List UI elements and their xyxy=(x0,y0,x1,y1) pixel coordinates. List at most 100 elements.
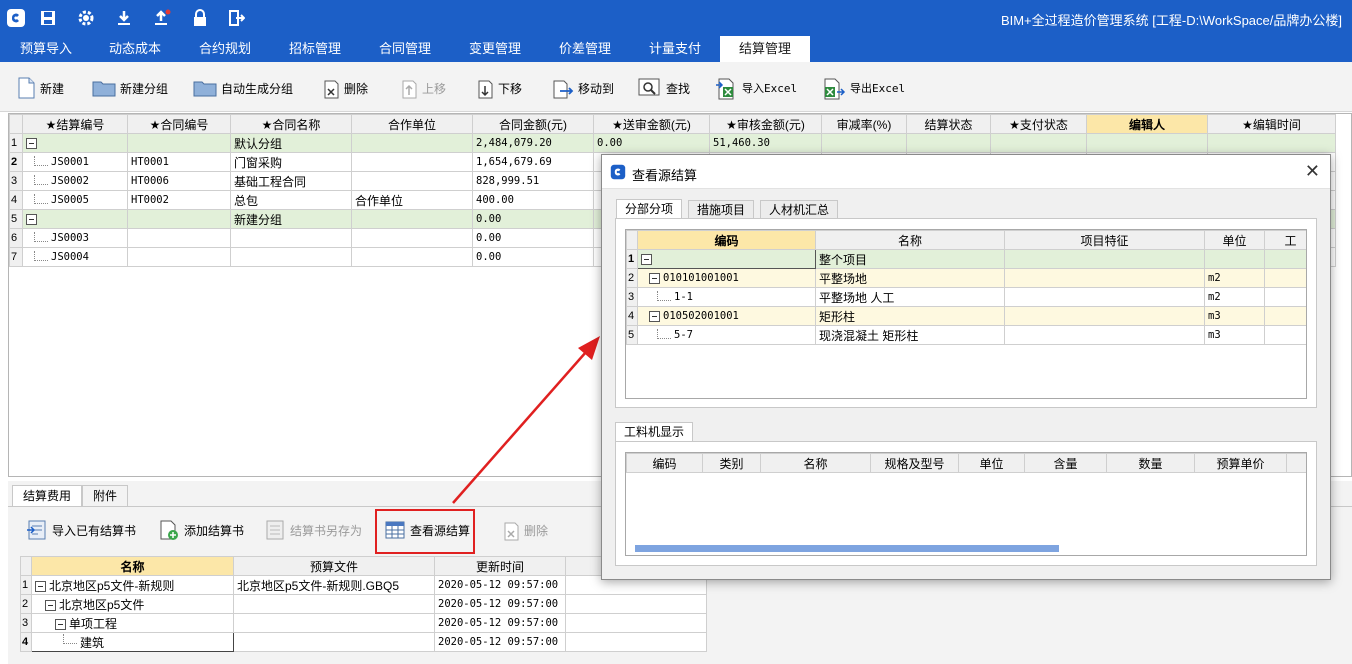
app-logo-icon xyxy=(610,164,626,183)
collapse-icon[interactable] xyxy=(45,599,56,611)
collapse-icon[interactable] xyxy=(649,310,660,322)
move-to-icon xyxy=(552,77,574,99)
highlight-box xyxy=(375,509,475,554)
import-excel-button[interactable]: 导入Excel xyxy=(714,75,797,101)
delete-button[interactable]: 删除 xyxy=(322,75,368,101)
tab-change-mgmt[interactable]: 变更管理 xyxy=(452,36,538,62)
dialog-title: 查看源结算 xyxy=(632,168,698,183)
collapse-icon[interactable] xyxy=(26,214,37,226)
tab-dynamic-cost[interactable]: 动态成本 xyxy=(92,36,178,62)
find-button[interactable]: 查找 xyxy=(638,75,690,101)
move-up-button[interactable]: 上移 xyxy=(400,75,446,101)
tab-contract-mgmt[interactable]: 合同管理 xyxy=(362,36,448,62)
new-button[interactable]: 新建 xyxy=(16,75,64,101)
tab-sub-items[interactable]: 分部分项 xyxy=(616,199,683,219)
col-header[interactable]: 项目特征 xyxy=(1004,230,1205,250)
tab-tender-mgmt[interactable]: 招标管理 xyxy=(272,36,358,62)
save-as-button[interactable]: 结算书另存为 xyxy=(264,517,362,543)
bottom-delete-button[interactable]: 删除 xyxy=(502,517,548,543)
save-icon[interactable] xyxy=(36,6,60,30)
col-header[interactable]: 更新时间 xyxy=(434,556,566,576)
tab-material-display[interactable]: 工料机显示 xyxy=(615,422,694,442)
tab-price-diff[interactable]: 价差管理 xyxy=(542,36,628,62)
col-header[interactable]: 含量 xyxy=(1024,453,1107,473)
table-row[interactable]: 3 1-1 平整场地 人工 m2 xyxy=(626,287,1306,307)
collapse-icon[interactable] xyxy=(35,580,46,592)
table-row[interactable]: 5 5-7 现浇混凝土 矩形柱 m3 xyxy=(626,325,1306,345)
col-header[interactable]: 预算文件 xyxy=(233,556,435,576)
exit-icon[interactable] xyxy=(224,6,248,30)
delete-icon xyxy=(322,77,340,99)
table-row[interactable]: 2 010101001001 平整场地 m2 xyxy=(626,268,1306,288)
col-header[interactable]: 合作单位 xyxy=(351,114,473,134)
tab-budget-import[interactable]: 预算导入 xyxy=(4,36,88,62)
lock-icon[interactable] xyxy=(188,6,212,30)
table-row[interactable]: 1 默认分组 2,484,079.20 0.00 51,460.30 xyxy=(9,133,1336,153)
dialog-title-bar: 查看源结算 ✕ xyxy=(602,155,1330,189)
tab-measures[interactable]: 措施项目 xyxy=(688,200,755,220)
col-header[interactable]: ★支付状态 xyxy=(990,114,1087,134)
col-header[interactable]: ★审核金额(元) xyxy=(709,114,822,134)
tab-settlement[interactable]: 结算管理 xyxy=(720,36,810,62)
app-logo-icon xyxy=(4,6,28,30)
tab-contract-planning[interactable]: 合约规划 xyxy=(182,36,268,62)
search-icon xyxy=(638,77,662,99)
col-header[interactable]: 类别 xyxy=(702,453,761,473)
grid-header-row: 编码 类别 名称 规格及型号 单位 含量 数量 预算单价 xyxy=(626,453,1306,473)
col-header[interactable]: ★合同名称 xyxy=(230,114,352,134)
save-as-icon xyxy=(264,519,286,541)
table-row[interactable]: 4 010502001001 矩形柱 m3 xyxy=(626,306,1306,326)
import-existing-button[interactable]: 导入已有结算书 xyxy=(26,517,136,543)
new-group-button[interactable]: 新建分组 xyxy=(92,75,168,101)
add-book-button[interactable]: 添加结算书 xyxy=(158,517,244,543)
export-excel-button[interactable]: 导出Excel xyxy=(822,75,905,101)
horizontal-scrollbar[interactable] xyxy=(635,545,1059,552)
tab-payment[interactable]: 计量支付 xyxy=(632,36,718,62)
title-bar: BIM+全过程造价管理系统 [工程-D:\WorkSpace/品牌办公楼] xyxy=(0,0,1352,36)
collapse-icon[interactable] xyxy=(649,272,660,284)
col-header[interactable]: ★编辑时间 xyxy=(1207,114,1336,134)
col-header[interactable]: 审减率(%) xyxy=(821,114,907,134)
col-header[interactable]: ★合同编号 xyxy=(127,114,231,134)
col-header-editor[interactable]: 编辑人 xyxy=(1086,114,1208,134)
col-header[interactable]: 名称 xyxy=(760,453,871,473)
window-title: BIM+全过程造价管理系统 [工程-D:\WorkSpace/品牌办公楼] xyxy=(1000,13,1342,28)
move-to-button[interactable]: 移动到 xyxy=(552,75,614,101)
col-header[interactable]: ★结算编号 xyxy=(22,114,128,134)
col-header[interactable]: 工 xyxy=(1264,230,1306,250)
table-row[interactable]: 3 单项工程 2020-05-12 09:57:00 xyxy=(20,613,707,633)
import-book-icon xyxy=(26,519,48,541)
close-icon[interactable]: ✕ xyxy=(1305,161,1320,182)
move-down-button[interactable]: 下移 xyxy=(476,75,522,101)
tab-attachment[interactable]: 附件 xyxy=(82,485,129,506)
upload-icon[interactable] xyxy=(150,6,174,30)
table-row[interactable]: 1 整个项目 xyxy=(626,249,1306,269)
col-header[interactable]: 单位 xyxy=(1204,230,1265,250)
auto-group-button[interactable]: 自动生成分组 xyxy=(193,75,293,101)
table-row[interactable]: 4 建筑 2020-05-12 09:57:00 xyxy=(20,632,707,652)
col-header[interactable]: 预算单价 xyxy=(1194,453,1287,473)
col-header[interactable]: 编码 xyxy=(626,453,703,473)
tab-material-summary[interactable]: 人材机汇总 xyxy=(760,200,839,220)
col-header[interactable]: 结算状态 xyxy=(906,114,991,134)
tab-settlement-fee[interactable]: 结算费用 xyxy=(12,485,83,506)
col-header[interactable]: 数量 xyxy=(1106,453,1195,473)
gear-icon[interactable] xyxy=(74,6,98,30)
folder-icon xyxy=(92,77,116,99)
collapse-icon[interactable] xyxy=(26,138,37,150)
menu-bar: 预算导入 动态成本 合约规划 招标管理 合同管理 变更管理 价差管理 计量支付 … xyxy=(0,36,1352,62)
col-header-name[interactable]: 名称 xyxy=(31,556,234,576)
excel-import-icon xyxy=(714,77,738,100)
col-header[interactable]: 规格及型号 xyxy=(870,453,959,473)
table-row[interactable]: 2 北京地区p5文件 2020-05-12 09:57:00 xyxy=(20,594,707,614)
collapse-icon[interactable] xyxy=(641,254,652,266)
col-header[interactable]: 合同金额(元) xyxy=(472,114,594,134)
download-icon[interactable] xyxy=(112,6,136,30)
col-header-code[interactable]: 编码 xyxy=(637,230,816,250)
col-header[interactable]: 单位 xyxy=(958,453,1025,473)
collapse-icon[interactable] xyxy=(55,618,66,630)
sub-items-grid: 编码 名称 项目特征 单位 工 1 整个项目 2 010101001001 平整… xyxy=(625,229,1307,399)
col-header[interactable]: 名称 xyxy=(815,230,1005,250)
col-header[interactable]: ★送审金额(元) xyxy=(593,114,710,134)
new-document-icon xyxy=(16,77,36,99)
